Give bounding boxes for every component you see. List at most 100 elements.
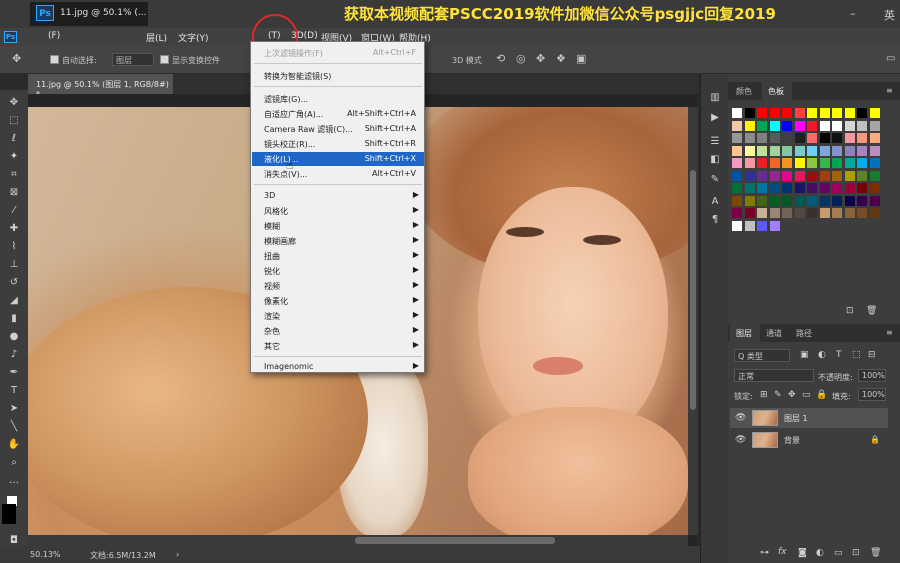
mask-icon[interactable]: ◙ bbox=[798, 548, 807, 558]
color-swatch[interactable] bbox=[757, 120, 767, 131]
color-swatch[interactable] bbox=[869, 170, 880, 181]
color-swatch[interactable] bbox=[857, 108, 867, 118]
move-tool-icon[interactable]: ✥ bbox=[12, 52, 21, 65]
menu-item-distort[interactable]: 扭曲 ▶ bbox=[252, 249, 424, 263]
color-swatch[interactable] bbox=[744, 220, 755, 231]
menu-type[interactable]: 文字(Y) bbox=[178, 31, 209, 44]
color-swatch[interactable] bbox=[869, 208, 880, 218]
color-swatch[interactable] bbox=[769, 108, 780, 118]
color-swatch[interactable] bbox=[807, 158, 817, 168]
panel-menu-icon[interactable]: ≡ bbox=[886, 86, 893, 95]
menu-item-noise[interactable]: 杂色 ▶ bbox=[252, 324, 424, 338]
layer-kind-filter[interactable]: Q 类型 bbox=[734, 349, 790, 362]
menu-layer[interactable]: 层(L) bbox=[146, 31, 167, 44]
color-swatch[interactable] bbox=[807, 170, 817, 181]
color-swatch[interactable] bbox=[757, 208, 767, 218]
filter-smart-icon[interactable]: ⊟ bbox=[868, 350, 876, 360]
properties-panel-icon[interactable]: ☰ bbox=[709, 136, 721, 148]
color-swatch[interactable] bbox=[769, 158, 780, 168]
color-swatch[interactable] bbox=[757, 195, 767, 206]
color-swatch[interactable] bbox=[782, 183, 792, 193]
crop-tool-icon[interactable]: ⌗ bbox=[7, 168, 21, 181]
color-swatch[interactable] bbox=[844, 120, 855, 131]
3d-slide-icon[interactable]: ❖ bbox=[556, 52, 566, 65]
color-swatch[interactable] bbox=[732, 158, 742, 168]
color-swatch[interactable] bbox=[794, 183, 805, 193]
layer-name[interactable]: 背景 bbox=[784, 435, 800, 446]
color-swatch[interactable] bbox=[732, 133, 742, 143]
color-swatch[interactable] bbox=[732, 170, 742, 181]
color-swatch[interactable] bbox=[832, 208, 842, 218]
filter-type-icon[interactable]: T bbox=[836, 350, 842, 360]
stamp-tool-icon[interactable]: ⊥ bbox=[7, 258, 21, 271]
color-swatch[interactable] bbox=[844, 145, 855, 156]
document-tab[interactable]: 11.jpg @ 50.1% (图层 1, RGB/8#) * bbox=[28, 74, 173, 99]
color-swatch[interactable] bbox=[807, 120, 817, 131]
eyedropper-icon[interactable]: ⁄ bbox=[7, 204, 21, 217]
brush-panel-icon[interactable]: ✎ bbox=[709, 174, 721, 186]
menu-item-filter-gallery[interactable]: 滤镜库(G)... bbox=[252, 92, 424, 106]
color-swatch[interactable] bbox=[832, 183, 842, 193]
pen-tool-icon[interactable]: ✒ bbox=[7, 366, 21, 379]
visibility-eye-icon[interactable]: 👁 bbox=[735, 413, 746, 423]
color-swatch[interactable] bbox=[844, 108, 855, 118]
delete-swatch-icon[interactable]: 🗑 bbox=[866, 306, 877, 316]
menu-item-adaptive-wide[interactable]: 自适应广角(A)... Alt+Shift+Ctrl+A bbox=[252, 107, 424, 121]
color-swatch[interactable] bbox=[869, 158, 880, 168]
menu-item-blur-gallery[interactable]: 模糊画廊 ▶ bbox=[252, 234, 424, 248]
lasso-tool-icon[interactable]: ℓ bbox=[7, 132, 21, 145]
new-layer-icon[interactable]: ⊡ bbox=[852, 548, 860, 558]
color-swatch[interactable] bbox=[732, 145, 742, 156]
layer-row[interactable]: 👁 图层 1 bbox=[730, 408, 888, 428]
hand-tool-icon[interactable]: ✋ bbox=[7, 438, 21, 451]
color-swatch[interactable] bbox=[782, 195, 792, 206]
menu-item-other[interactable]: 其它 ▶ bbox=[252, 339, 424, 353]
menu-item-pixelate[interactable]: 像素化 ▶ bbox=[252, 294, 424, 308]
history-brush-icon[interactable]: ↺ bbox=[7, 276, 21, 289]
menu-item-blur[interactable]: 模糊 ▶ bbox=[252, 219, 424, 233]
color-swatch[interactable] bbox=[857, 145, 867, 156]
color-swatch[interactable] bbox=[732, 120, 742, 131]
filter-pixel-icon[interactable]: ▣ bbox=[800, 350, 809, 360]
color-swatch[interactable] bbox=[769, 195, 780, 206]
eraser-tool-icon[interactable]: ◢ bbox=[7, 294, 21, 307]
color-swatch[interactable] bbox=[857, 158, 867, 168]
color-swatch[interactable] bbox=[757, 133, 767, 143]
type-tool-icon[interactable]: T bbox=[7, 384, 21, 397]
minimize-icon[interactable]: – bbox=[850, 7, 856, 20]
color-swatch[interactable] bbox=[794, 158, 805, 168]
menu-item-last-filter[interactable]: 上次滤镜操作(F) Alt+Ctrl+F bbox=[252, 46, 424, 60]
color-swatch[interactable] bbox=[819, 158, 830, 168]
color-swatch[interactable] bbox=[732, 195, 742, 206]
color-swatch[interactable] bbox=[732, 183, 742, 193]
lock-position-icon[interactable]: ✥ bbox=[788, 390, 796, 400]
color-swatch[interactable] bbox=[869, 195, 880, 206]
color-swatch[interactable] bbox=[782, 108, 792, 118]
color-swatch[interactable] bbox=[832, 108, 842, 118]
color-swatch[interactable] bbox=[844, 195, 855, 206]
color-swatch[interactable] bbox=[819, 133, 830, 143]
color-swatch[interactable] bbox=[769, 170, 780, 181]
color-swatch[interactable] bbox=[844, 170, 855, 181]
menu-file[interactable]: (F) bbox=[48, 31, 60, 41]
color-swatch[interactable] bbox=[744, 195, 755, 206]
color-swatch[interactable] bbox=[794, 208, 805, 218]
lock-artboard-icon[interactable]: ▭ bbox=[802, 390, 811, 400]
color-swatch[interactable] bbox=[807, 108, 817, 118]
visibility-eye-icon[interactable]: 👁 bbox=[735, 435, 746, 445]
language-indicator[interactable]: 英 bbox=[884, 7, 895, 23]
menu-item-liquify[interactable]: 液化(L)... Shift+Ctrl+X bbox=[252, 152, 424, 166]
color-swatch[interactable] bbox=[832, 195, 842, 206]
color-swatch[interactable] bbox=[782, 208, 792, 218]
menu-item-render[interactable]: 渲染 ▶ bbox=[252, 309, 424, 323]
3d-roll-icon[interactable]: ◎ bbox=[516, 52, 526, 65]
panel-menu-icon[interactable]: ≡ bbox=[886, 328, 893, 337]
3d-orbit-icon[interactable]: ⟲ bbox=[496, 52, 505, 65]
color-swatch[interactable] bbox=[869, 183, 880, 193]
color-swatch[interactable] bbox=[732, 208, 742, 218]
auto-select-checkbox[interactable] bbox=[50, 55, 59, 64]
background-color-swatch[interactable] bbox=[2, 504, 16, 524]
tab-color[interactable]: 颜色 bbox=[736, 86, 752, 97]
menu-item-imagenomic[interactable]: Imagenomic ▶ bbox=[252, 360, 424, 374]
color-swatch[interactable] bbox=[819, 108, 830, 118]
